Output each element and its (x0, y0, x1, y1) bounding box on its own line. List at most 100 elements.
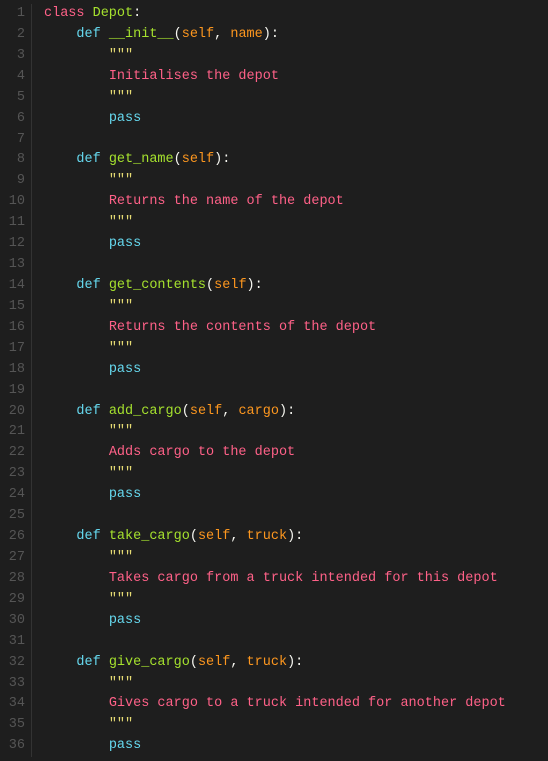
token-punct: ( (174, 152, 182, 167)
token-param: truck (247, 655, 288, 670)
token-comment-text: Takes cargo from a truck intended for th… (109, 571, 498, 586)
code-line-35: """ (44, 715, 548, 736)
code-line-2: def __init__(self, name): (44, 25, 548, 46)
line-num-26: 26 (4, 527, 25, 548)
code-line-29: """ (44, 590, 548, 611)
code-line-5: """ (44, 88, 548, 109)
code-line-26: def take_cargo(self, truck): (44, 527, 548, 548)
token-punct: ): (287, 529, 303, 544)
line-num-21: 21 (4, 422, 25, 443)
line-num-20: 20 (4, 402, 25, 423)
token-kw-pass: pass (109, 111, 141, 126)
code-line-27: """ (44, 548, 548, 569)
token-punct: , (230, 529, 246, 544)
code-line-4: Initialises the depot (44, 67, 548, 88)
token-param: self (214, 278, 246, 293)
line-num-30: 30 (4, 611, 25, 632)
token-docstring: """ (109, 717, 133, 732)
token-punct: ( (182, 404, 190, 419)
code-line-34: Gives cargo to a truck intended for anot… (44, 694, 548, 715)
token-param: cargo (238, 404, 279, 419)
code-line-15: """ (44, 297, 548, 318)
token-fn-name: __init__ (109, 27, 174, 42)
token-kw-pass: pass (109, 487, 141, 502)
token-docstring: """ (109, 424, 133, 439)
code-line-13 (44, 255, 548, 276)
token-plain (44, 404, 76, 419)
line-num-23: 23 (4, 464, 25, 485)
line-num-14: 14 (4, 276, 25, 297)
token-kw-pass: pass (109, 613, 141, 628)
token-plain (44, 299, 109, 314)
line-number-gutter: 1234567891011121314151617181920212223242… (0, 4, 32, 757)
token-plain (44, 487, 109, 502)
code-line-20: def add_cargo(self, cargo): (44, 402, 548, 423)
token-plain (44, 341, 109, 356)
token-comment-text: Initialises the depot (109, 69, 279, 84)
line-num-4: 4 (4, 67, 25, 88)
token-docstring: """ (109, 173, 133, 188)
token-docstring: """ (109, 466, 133, 481)
line-num-29: 29 (4, 590, 25, 611)
token-plain (44, 278, 76, 293)
token-plain (44, 48, 109, 63)
token-docstring: """ (109, 299, 133, 314)
token-kw-pass: pass (109, 362, 141, 377)
line-num-2: 2 (4, 25, 25, 46)
line-num-25: 25 (4, 506, 25, 527)
token-punct: ): (287, 655, 303, 670)
token-punct: ): (214, 152, 230, 167)
token-docstring: """ (109, 550, 133, 565)
token-docstring: """ (109, 592, 133, 607)
line-num-36: 36 (4, 736, 25, 757)
token-punct: ( (174, 27, 182, 42)
token-kw-pass: pass (109, 738, 141, 753)
token-comment-text: Returns the contents of the depot (109, 320, 376, 335)
code-editor: 1234567891011121314151617181920212223242… (0, 0, 548, 761)
code-line-28: Takes cargo from a truck intended for th… (44, 569, 548, 590)
code-line-10: Returns the name of the depot (44, 192, 548, 213)
token-comment-text: Returns the name of the depot (109, 194, 344, 209)
token-docstring: """ (109, 676, 133, 691)
token-plain (44, 550, 109, 565)
code-line-17: """ (44, 339, 548, 360)
token-plain (44, 696, 109, 711)
token-kw-def: def (76, 278, 108, 293)
token-param: self (182, 27, 214, 42)
code-line-23: """ (44, 464, 548, 485)
line-num-33: 33 (4, 674, 25, 695)
token-kw-def: def (76, 27, 108, 42)
token-punct: , (222, 404, 238, 419)
token-fn-name: take_cargo (109, 529, 190, 544)
token-plain (44, 173, 109, 188)
token-plain (44, 466, 109, 481)
line-num-32: 32 (4, 653, 25, 674)
token-punct: ( (190, 529, 198, 544)
token-fn-name: add_cargo (109, 404, 182, 419)
code-line-14: def get_contents(self): (44, 276, 548, 297)
code-line-6: pass (44, 109, 548, 130)
line-num-9: 9 (4, 171, 25, 192)
code-line-1: class Depot: (44, 4, 548, 25)
token-plain (44, 613, 109, 628)
code-line-18: pass (44, 360, 548, 381)
token-kw-class: class (44, 6, 93, 21)
token-param: name (230, 27, 262, 42)
code-line-30: pass (44, 611, 548, 632)
line-num-34: 34 (4, 694, 25, 715)
token-punct: ): (247, 278, 263, 293)
token-punct: ( (206, 278, 214, 293)
token-kw-def: def (76, 404, 108, 419)
token-param: self (182, 152, 214, 167)
line-num-24: 24 (4, 485, 25, 506)
line-num-16: 16 (4, 318, 25, 339)
token-plain (44, 111, 109, 126)
token-plain (44, 152, 76, 167)
line-num-19: 19 (4, 381, 25, 402)
code-line-31 (44, 632, 548, 653)
token-plain (44, 194, 109, 209)
line-num-15: 15 (4, 297, 25, 318)
code-line-32: def give_cargo(self, truck): (44, 653, 548, 674)
line-num-8: 8 (4, 150, 25, 171)
code-body[interactable]: class Depot: def __init__(self, name): "… (32, 4, 548, 757)
